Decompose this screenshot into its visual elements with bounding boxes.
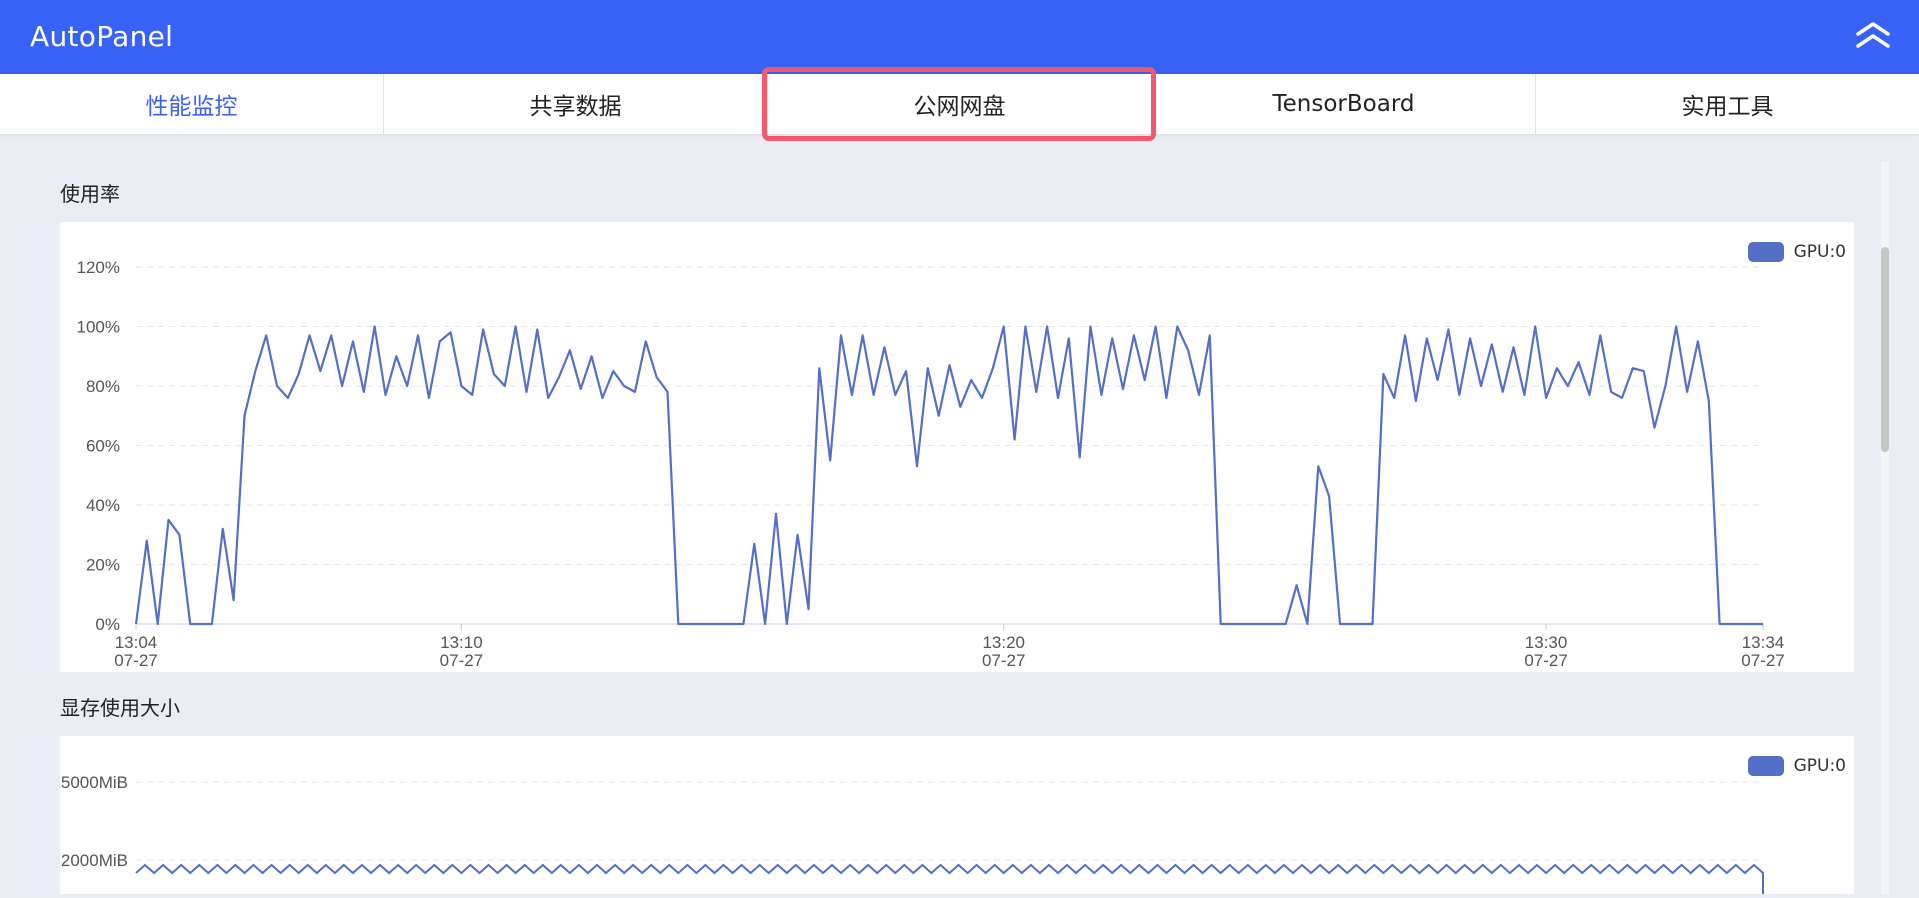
memory-chart-panel: GPU:0 12000MiB 15000MiB <box>51 736 1854 897</box>
y-tick-label: 100% <box>77 318 120 337</box>
memory-legend[interactable]: GPU:0 <box>1747 756 1846 776</box>
y-tick-label: 40% <box>86 496 120 515</box>
x-tick-date: 07-27 <box>114 651 157 670</box>
memory-section-title: 显存使用大小 <box>60 696 180 720</box>
double-chevron-up-icon[interactable] <box>1853 17 1893 53</box>
y-tick-label: 0% <box>95 615 120 634</box>
usage-section-title: 使用率 <box>60 182 120 206</box>
y-tick-label: 15000MiB <box>60 773 128 792</box>
memory-line-chart: 12000MiB 15000MiB <box>51 773 1764 897</box>
usage-chart-panel: GPU:0 0% 20% 40% 60% 80% 100% 120% 13:04 07-27 13… <box>60 222 1854 672</box>
tab-shared-data[interactable]: 共享数据 <box>384 74 768 134</box>
scrollbar-thumb[interactable] <box>1881 247 1889 452</box>
app-header: AutoPanel <box>0 0 1919 74</box>
tab-bar: 性能监控 共享数据 公网网盘 TensorBoard 实用工具 <box>0 74 1919 134</box>
legend-swatch <box>1747 242 1784 262</box>
x-tick-time: 13:04 <box>115 633 158 652</box>
y-tick-label: 12000MiB <box>60 851 128 870</box>
legend-swatch <box>1747 756 1784 776</box>
x-tick-date: 07-27 <box>440 651 483 670</box>
usage-line-chart: 0%20%40%60%80%100%120%13:0407-2713:1007-… <box>77 258 1785 670</box>
app-title: AutoPanel <box>30 20 174 53</box>
x-tick-date: 07-27 <box>1524 651 1567 670</box>
y-tick-label: 60% <box>86 437 120 456</box>
y-tick-label: 20% <box>86 556 120 575</box>
legend-label: GPU:0 <box>1793 242 1846 262</box>
y-tick-label: 80% <box>86 377 120 396</box>
series-line-gpu0 <box>135 863 1764 897</box>
tab-tensorboard[interactable]: TensorBoard <box>1152 74 1536 134</box>
x-tick-date: 07-27 <box>1741 651 1784 670</box>
tab-utilities[interactable]: 实用工具 <box>1536 74 1919 134</box>
x-tick-date: 07-27 <box>982 651 1025 670</box>
tab-public-netdisk[interactable]: 公网网盘 <box>768 74 1152 134</box>
usage-legend[interactable]: GPU:0 <box>1747 242 1846 262</box>
series-line-gpu0 <box>134 325 1763 626</box>
y-tick-label: 120% <box>77 258 120 277</box>
x-tick-time: 13:10 <box>440 633 483 652</box>
x-tick-time: 13:20 <box>982 633 1025 652</box>
page-scrollbar[interactable] <box>1881 162 1889 894</box>
x-tick-time: 13:30 <box>1525 633 1568 652</box>
legend-label: GPU:0 <box>1793 756 1846 776</box>
x-tick-time: 13:34 <box>1742 633 1785 652</box>
tab-performance-monitor[interactable]: 性能监控 <box>0 74 384 134</box>
